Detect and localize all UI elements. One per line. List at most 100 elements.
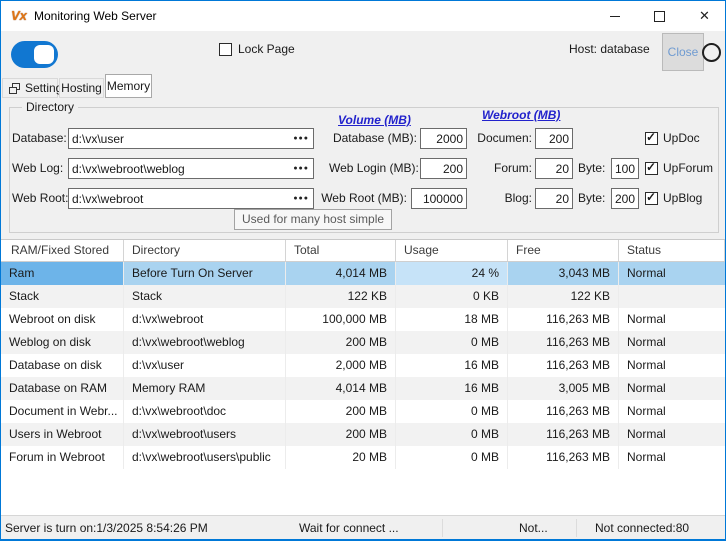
table-cell: 122 KB [286,285,396,308]
table-row[interactable]: RamBefore Turn On Server4,014 MB24 %3,04… [1,262,725,285]
check-icon: ✓ [646,160,656,174]
table-cell: 0 MB [396,331,508,354]
table-cell: 2,000 MB [286,354,396,377]
table-cell: 18 MB [396,308,508,331]
status-separator [576,519,577,537]
table-cell: Normal [619,331,725,354]
table-row[interactable]: Forum in Webrootd:\vx\webroot\users\publ… [1,446,725,469]
table-cell: d:\vx\webroot [124,308,286,331]
table-cell: 0 MB [396,400,508,423]
webroot-path-label: Web Root: [12,188,68,209]
minimize-button[interactable] [592,1,637,31]
volume-heading[interactable]: Volume (MB) [338,113,411,127]
column-header[interactable]: Usage [396,240,508,261]
table-cell: Normal [619,262,725,285]
forum-byte-label: Byte: [578,158,605,179]
database-path-field: ●●● [68,128,314,149]
column-header[interactable]: Status [619,240,725,261]
tab-memory-label: Memory [107,79,150,93]
table-cell: Stack [124,285,286,308]
tab-hosting-label: Hosting [61,81,102,95]
status-separator [442,519,443,537]
host-label: Host: database [569,39,650,60]
table-row[interactable]: Users in Webrootd:\vx\webroot\users200 M… [1,423,725,446]
webroot-heading[interactable]: Webroot (MB) [482,108,560,122]
table-cell: Ram [1,262,124,285]
table-cell: 200 MB [286,400,396,423]
table-row[interactable]: StackStack122 KB0 KB122 KB [1,285,725,308]
upblog-checkbox[interactable]: ✓ [645,192,658,205]
table-cell: 200 MB [286,423,396,446]
forum-field [535,158,573,179]
table-cell: Normal [619,308,725,331]
table-cell: Before Turn On Server [124,262,286,285]
blog-byte-input[interactable] [612,190,638,207]
table-cell: Normal [619,423,725,446]
table-cell: Normal [619,354,725,377]
status-server-on: Server is turn on:1/3/2025 8:54:26 PM [5,516,208,540]
table-header: RAM/Fixed StoredDirectoryTotalUsageFreeS… [1,240,725,262]
check-icon: ✓ [646,190,656,204]
forum-input[interactable] [536,160,572,177]
table-cell: d:\vx\webroot\doc [124,400,286,423]
table-cell: 116,263 MB [508,331,619,354]
tab-settings[interactable]: Settings [2,78,58,98]
lock-page-checkbox[interactable] [219,43,232,56]
document-input[interactable] [536,130,572,147]
forum-byte-input[interactable] [612,160,638,177]
browse-weblog-button[interactable]: ●●● [291,165,313,172]
webroot-path-input[interactable] [69,190,291,207]
column-header[interactable]: Directory [124,240,286,261]
table-cell: Document in Webr... [1,400,124,423]
table-cell: 116,263 MB [508,446,619,469]
table-cell: Forum in Webroot [1,446,124,469]
toggle-knob [34,45,54,64]
table-cell: 3,043 MB [508,262,619,285]
column-header[interactable]: Free [508,240,619,261]
maximize-button[interactable] [637,1,682,31]
volume-database-label: Database (MB): [329,128,417,149]
weblog-path-input[interactable] [69,160,291,177]
table-row[interactable]: Database on RAMMemory RAM4,014 MB16 MB3,… [1,377,725,400]
table-row[interactable]: Document in Webr...d:\vx\webroot\doc200 … [1,400,725,423]
table-cell: 116,263 MB [508,423,619,446]
column-header[interactable]: RAM/Fixed Stored [1,240,124,261]
table-cell: 0 MB [396,423,508,446]
table-cell: Stack [1,285,124,308]
table-cell: Normal [619,377,725,400]
browse-webroot-button[interactable]: ●●● [291,195,313,202]
table-body: RamBefore Turn On Server4,014 MB24 %3,04… [1,262,725,469]
blog-field [535,188,573,209]
close-window-button[interactable]: ✕ [682,1,726,31]
blog-input[interactable] [536,190,572,207]
upforum-checkbox[interactable]: ✓ [645,162,658,175]
column-header[interactable]: Total [286,240,396,261]
database-path-input[interactable] [69,130,291,147]
server-toggle[interactable] [11,41,58,68]
close-server-button[interactable]: Close [662,33,704,71]
table-cell: 16 MB [396,377,508,400]
updoc-checkbox[interactable]: ✓ [645,132,658,145]
table-cell: Database on disk [1,354,124,377]
status-not-connected: Not connected:80 [595,516,689,540]
tab-hosting[interactable]: Hosting [59,78,104,98]
forum-byte-field [611,158,639,179]
table-cell: d:\vx\webroot\users\public [124,446,286,469]
table-row[interactable]: Weblog on diskd:\vx\webroot\weblog200 MB… [1,331,725,354]
table-cell: 200 MB [286,331,396,354]
table-row[interactable]: Database on diskd:\vx\user2,000 MB16 MB1… [1,354,725,377]
cascade-windows-icon [9,83,21,94]
table-cell: Users in Webroot [1,423,124,446]
status-not-short: Not... [519,516,548,540]
table-cell: Normal [619,400,725,423]
table-cell: 100,000 MB [286,308,396,331]
table-cell: 4,014 MB [286,262,396,285]
window-title: Monitoring Web Server [34,1,157,31]
tab-memory[interactable]: Memory [105,74,152,98]
table-cell: 116,263 MB [508,400,619,423]
table-row[interactable]: Webroot on diskd:\vx\webroot100,000 MB18… [1,308,725,331]
browse-database-button[interactable]: ●●● [291,135,313,142]
table-cell: 116,263 MB [508,308,619,331]
tooltip: Used for many host simple [234,209,392,230]
volume-webroot-label: Web Root (MB): [319,188,407,209]
